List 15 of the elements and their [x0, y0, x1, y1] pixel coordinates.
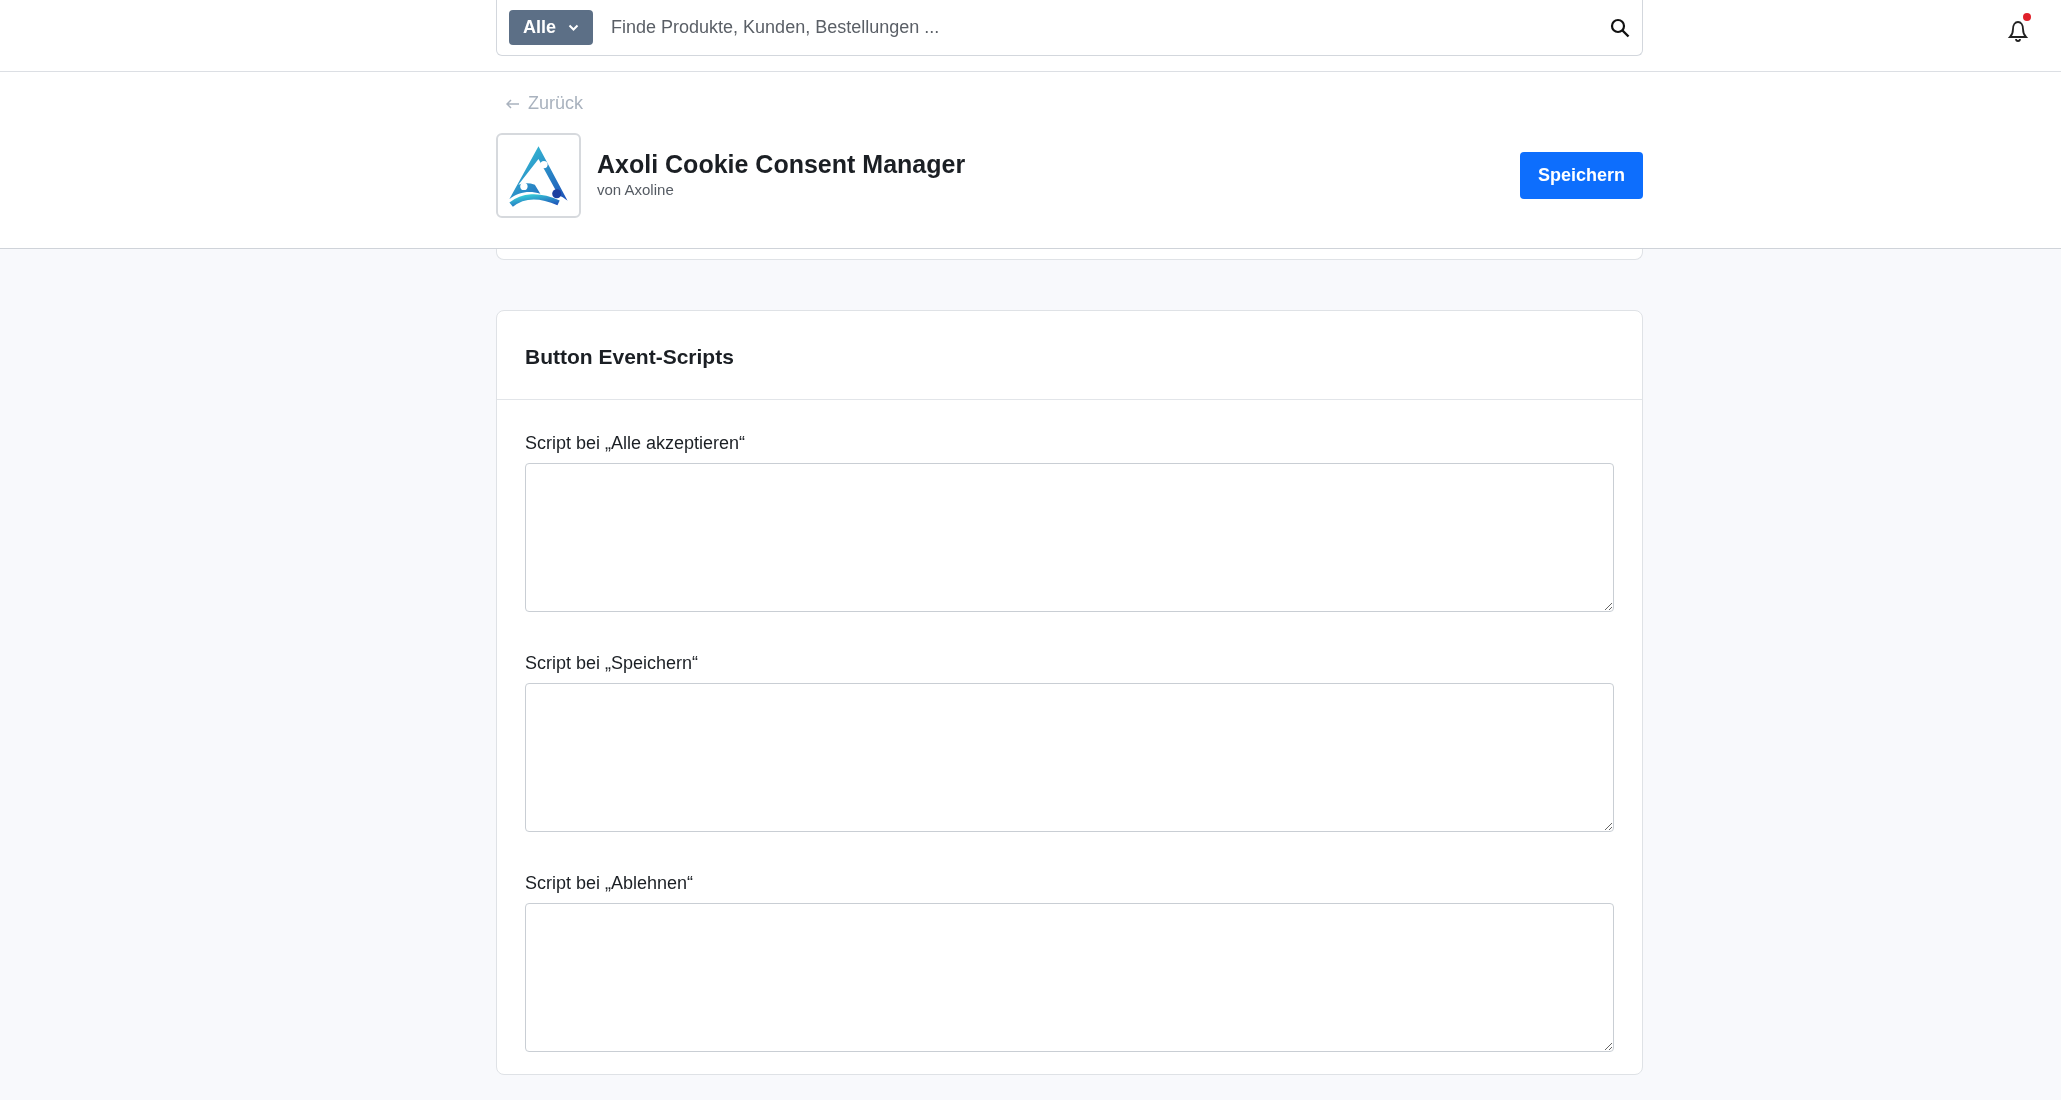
- script-textarea[interactable]: [525, 463, 1614, 613]
- script-textarea[interactable]: [525, 903, 1614, 1053]
- field-label: Script bei „Speichern“: [525, 652, 700, 676]
- chevron-down-icon: [568, 23, 579, 32]
- scope-dropdown[interactable]: Alle: [509, 10, 593, 45]
- vendor-text: von Axoline: [597, 180, 675, 201]
- search-icon[interactable]: [1610, 17, 1630, 38]
- arrow-left-icon: [506, 98, 520, 109]
- script-textarea[interactable]: [525, 683, 1614, 833]
- search-field[interactable]: Alle Finde Produkte, Kunden, Bestellungen ...: [496, 0, 1643, 56]
- field-label: Script bei „Ablehnen“: [525, 872, 695, 896]
- card-title: Button Event-Scripts: [525, 344, 735, 370]
- field-label: Script bei „Alle akzeptieren“: [525, 432, 747, 456]
- save-button[interactable]: Speichern: [1520, 152, 1643, 199]
- app-title: Axoli Cookie Consent Manager: [597, 149, 967, 180]
